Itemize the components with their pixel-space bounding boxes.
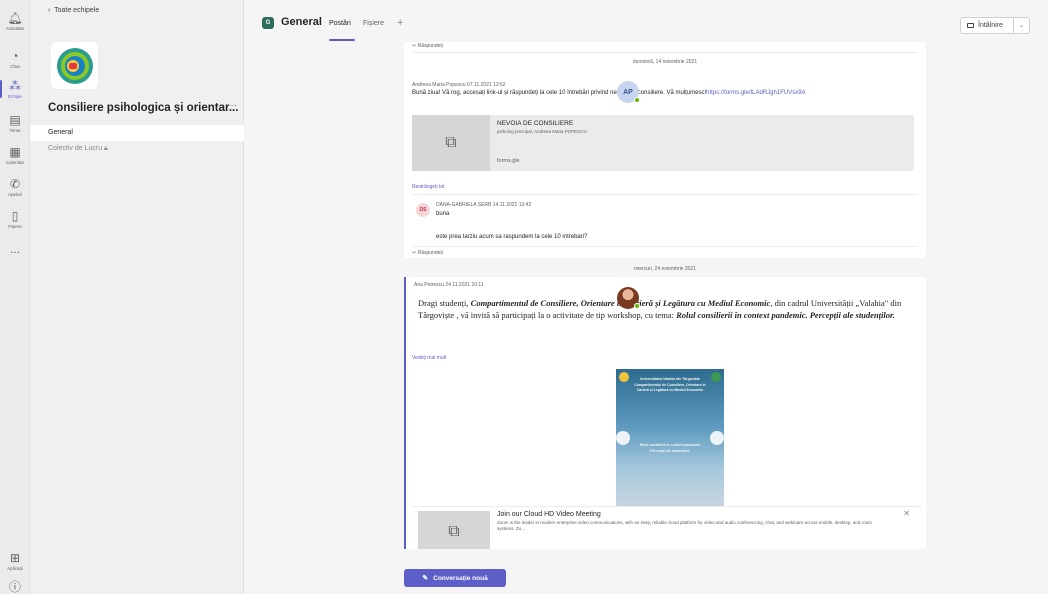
rail-label: Teme bbox=[9, 127, 21, 133]
link-copy-icon: ⧉ bbox=[448, 523, 460, 540]
post-message: Dragi studenți, Compartimentul de Consil… bbox=[418, 297, 918, 321]
link-preview-title: Join our Cloud HD Video Meeting bbox=[497, 511, 601, 518]
poster-text: Universitatea Valahia din Târgoviște bbox=[640, 377, 700, 381]
active-tab-indicator bbox=[329, 39, 355, 41]
assignments-icon: ▤ bbox=[9, 112, 21, 127]
reply-link[interactable]: ↩ Răspundeți bbox=[412, 43, 443, 49]
post-text: Dragi studenți, bbox=[418, 298, 471, 308]
back-to-teams-link[interactable]: ‹ Toate echipele bbox=[48, 7, 99, 14]
channel-general[interactable]: General bbox=[30, 125, 244, 141]
file-icon: ▯ bbox=[11, 208, 19, 223]
date-separator: duminică, 14 noiembrie 2021 bbox=[632, 59, 698, 65]
help-icon: ⓘ bbox=[8, 580, 21, 594]
video-camera-icon bbox=[967, 23, 974, 28]
calendar-icon: ▦ bbox=[9, 144, 21, 159]
post-text-bold: Rolul consilierii în context pandemic. P… bbox=[676, 310, 895, 320]
post-card: Ana Petrescu 24.11.2021 10:11 Dragi stud… bbox=[404, 277, 926, 549]
date-separator: miercuri, 24 noiembrie 2021 bbox=[634, 266, 696, 272]
divider bbox=[412, 194, 918, 195]
chevron-left-icon: ‹ bbox=[48, 7, 51, 14]
chat-icon: ◔ bbox=[11, 48, 19, 63]
meet-button[interactable]: Întâlnire ⌄ bbox=[960, 17, 1030, 34]
post-author-time: Andreea Maria Popescu 07.11.2021 13:52 bbox=[412, 82, 506, 88]
see-more-link[interactable]: Vedeți mai mult bbox=[412, 355, 446, 361]
conversation-thread: ↩ Răspundeți duminică, 14 noiembrie 2021… bbox=[245, 42, 1048, 594]
apps-icon: ⊞ bbox=[9, 550, 21, 565]
link-preview-subtitle: psiholog principal, Andreea Maria POPESC… bbox=[497, 129, 587, 134]
rail-label: Aplicații bbox=[7, 565, 23, 571]
link-preview-thumbnail: ⧉ bbox=[412, 115, 490, 171]
team-logo bbox=[51, 42, 98, 89]
rail-label: Echipe bbox=[8, 93, 22, 99]
link-preview-card[interactable]: ⧉ Join our Cloud HD Video Meeting Zoom i… bbox=[412, 506, 922, 549]
post-author-time: Ana Petrescu 24.11.2021 10:11 bbox=[414, 282, 484, 288]
rail-files[interactable]: ▯ Fișiere bbox=[0, 204, 30, 234]
post-text: Bună ziua! Vă rog, accesați link-ul și r… bbox=[412, 90, 707, 96]
new-conversation-button[interactable]: ✎ Conversație nouă bbox=[404, 569, 506, 587]
rail-label: Chat bbox=[10, 63, 20, 69]
team-logo-graphic bbox=[56, 47, 93, 84]
rail-activity[interactable]: 🔔︎ Activitate bbox=[0, 6, 30, 36]
add-tab-button[interactable]: + bbox=[397, 17, 403, 29]
poster-text: Compartimentul de Consiliere, Orientare … bbox=[634, 383, 706, 387]
channel-header: G General Postări Fișiere + Întâlnire ⌄ bbox=[245, 8, 1048, 42]
bell-icon: 🔔︎ bbox=[7, 10, 23, 25]
presence-indicator bbox=[634, 303, 640, 309]
rail-more[interactable]: ... bbox=[0, 234, 30, 264]
rail-help[interactable]: ⓘ bbox=[0, 572, 30, 594]
rail-label: Apeluri bbox=[7, 191, 22, 197]
rail-teams[interactable]: ⁂ Echipe bbox=[0, 74, 30, 104]
link-preview-title: NEVOIA DE CONSILIERE bbox=[497, 120, 574, 127]
link-copy-icon: ⧉ bbox=[445, 134, 457, 151]
link-preview-domain: forms.gle bbox=[497, 158, 520, 164]
link-preview-card[interactable]: ⧉ NEVOIA DE CONSILIERE psiholog principa… bbox=[412, 115, 914, 171]
poster-text: Percepții ale studenților bbox=[650, 449, 690, 453]
collapse-all-link[interactable]: Restrângeți tot bbox=[412, 184, 445, 190]
close-icon[interactable]: ✕ bbox=[903, 509, 910, 518]
post-message: Bună ziua! Vă rog, accesați link-ul și r… bbox=[412, 89, 812, 97]
avatar bbox=[617, 287, 640, 309]
meet-label: Întâlnire bbox=[978, 22, 1003, 29]
rail-label: Calendar bbox=[5, 159, 25, 165]
team-name: Consiliere psihologica și orientar... bbox=[48, 102, 239, 114]
new-conversation-label: Conversație nouă bbox=[433, 574, 488, 582]
rail-label: Activitate bbox=[5, 25, 25, 31]
channel-avatar: G bbox=[262, 17, 274, 29]
reply-message: buna bbox=[436, 211, 450, 217]
back-label: Toate echipele bbox=[54, 7, 100, 14]
reply-message: este prea tarziu acum sa raspundem la ce… bbox=[436, 234, 588, 240]
team-panel: ‹ Toate echipele Consiliere psihologica … bbox=[30, 0, 244, 594]
channel-title: General bbox=[281, 16, 322, 28]
compose-icon: ✎ bbox=[422, 575, 429, 582]
phone-icon: ✆ bbox=[9, 176, 21, 191]
rail-assignments[interactable]: ▤ Teme bbox=[0, 108, 30, 138]
rail-calls[interactable]: ✆ Apeluri bbox=[0, 172, 30, 202]
post-accent-bar bbox=[404, 277, 406, 549]
team-more-icon[interactable]: ··· bbox=[227, 100, 237, 111]
link-preview-thumbnail: ⧉ bbox=[418, 511, 490, 549]
divider bbox=[412, 52, 918, 53]
link-preview-description: Zoom is the leader in modern enterprise … bbox=[497, 520, 872, 531]
channel-colectiv-de-lucru[interactable]: Colectiv de Lucru 🔒︎ bbox=[30, 141, 244, 157]
poster-text: Rolul consilierii în context pandemic bbox=[639, 443, 701, 447]
teams-icon: ⁂ bbox=[9, 78, 21, 93]
post-card: ↩ Răspundeți duminică, 14 noiembrie 2021… bbox=[404, 42, 926, 258]
reply-author-time: DANA-GABRIELA SERB 14.11.2021 13:42 bbox=[436, 202, 532, 208]
forms-link[interactable]: https://forms.gle/tLAdRJgh1FUVsx9A bbox=[706, 90, 805, 96]
avatar: DS bbox=[416, 203, 430, 217]
presence-indicator bbox=[634, 97, 640, 103]
avatar-initials: AP bbox=[623, 88, 633, 96]
rail-chat[interactable]: ◔ Chat bbox=[0, 44, 30, 74]
avatar: AP bbox=[617, 81, 640, 103]
rail-calendar[interactable]: ▦ Calendar bbox=[0, 140, 30, 170]
chevron-down-icon[interactable]: ⌄ bbox=[1013, 18, 1029, 33]
divider bbox=[412, 246, 918, 247]
app-rail: 🔔︎ Activitate ◔ Chat ⁂ Echipe ▤ Teme ▦ C… bbox=[0, 0, 30, 594]
poster-text: Carieră și Legătura cu Mediul Economic bbox=[636, 388, 704, 392]
reply-link[interactable]: ↩ Răspundeți bbox=[412, 250, 443, 256]
more-icon: ... bbox=[9, 242, 20, 256]
rail-label: Fișiere bbox=[8, 223, 22, 229]
tab-posts[interactable]: Postări bbox=[329, 20, 351, 27]
tab-files[interactable]: Fișiere bbox=[363, 20, 384, 27]
